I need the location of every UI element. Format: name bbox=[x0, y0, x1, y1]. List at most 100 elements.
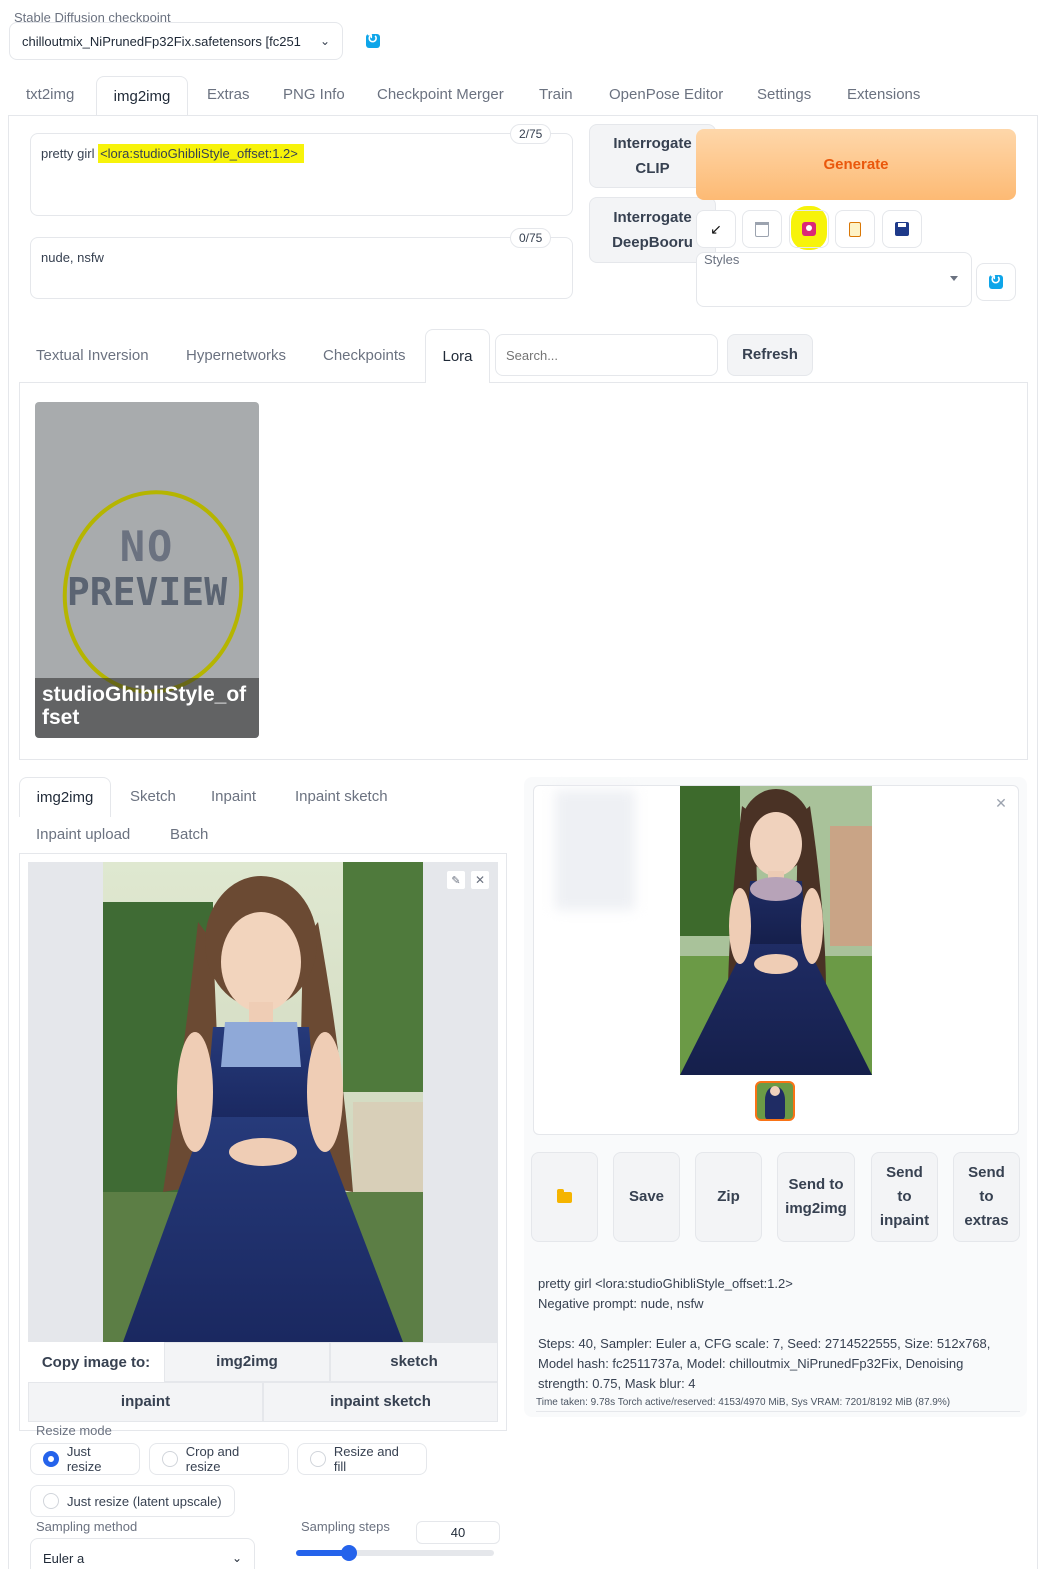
tab-inpaint-upload[interactable]: Inpaint upload bbox=[36, 826, 130, 843]
clear-prompt-button[interactable] bbox=[742, 210, 782, 248]
send-to-img2img-label-line2: img2img bbox=[785, 1200, 847, 1217]
send-to-img2img-button[interactable]: Send to img2img bbox=[777, 1152, 855, 1242]
prompt-lora-text: <lora:studioGhibliStyle_offset:1.2> bbox=[98, 144, 304, 163]
refresh-icon bbox=[989, 272, 1003, 289]
resize-just-resize-option[interactable]: Just resize bbox=[30, 1443, 140, 1475]
generate-button[interactable]: Generate bbox=[696, 129, 1016, 200]
styles-dropdown[interactable] bbox=[700, 268, 968, 302]
tab-settings[interactable]: Settings bbox=[757, 86, 811, 103]
copy-to-inpaint-button[interactable]: inpaint bbox=[28, 1382, 263, 1422]
tab-textual-inversion[interactable]: Textual Inversion bbox=[36, 347, 149, 364]
generation-info-negative: Negative prompt: nude, nsfw bbox=[538, 1296, 704, 1311]
chevron-down-icon: ⌄ bbox=[231, 1551, 242, 1565]
interrogate-clip-label: Interrogate CLIP bbox=[613, 134, 692, 178]
send-to-extras-label-line3: extras bbox=[964, 1212, 1009, 1229]
lora-card-name-line1: studioGhibliStyle_of bbox=[42, 683, 247, 706]
network-refresh-label: Refresh bbox=[742, 346, 798, 364]
resize-option-label: Just resize bbox=[66, 1444, 102, 1474]
send-to-extras-button[interactable]: Send to extras bbox=[953, 1152, 1020, 1242]
styles-label: Styles bbox=[704, 252, 740, 267]
tab-input-img2img[interactable]: img2img bbox=[19, 777, 111, 817]
sampling-steps-input[interactable]: 40 bbox=[416, 1521, 500, 1544]
send-to-inpaint-button[interactable]: Send to inpaint bbox=[871, 1152, 938, 1242]
apply-style-button[interactable] bbox=[835, 210, 875, 248]
folder-icon bbox=[557, 1188, 572, 1203]
tab-inpaint-sketch[interactable]: Inpaint sketch bbox=[295, 788, 388, 805]
input-image bbox=[103, 862, 423, 1342]
output-image[interactable] bbox=[680, 786, 872, 1075]
tab-checkpoint-merger[interactable]: Checkpoint Merger bbox=[377, 86, 504, 103]
trash-icon bbox=[755, 221, 769, 237]
tab-txt2img[interactable]: txt2img bbox=[26, 86, 74, 103]
save-label: Save bbox=[628, 1188, 665, 1205]
generation-info-params: Steps: 40, Sampler: Euler a, CFG scale: … bbox=[538, 1336, 991, 1391]
save-style-button[interactable] bbox=[882, 210, 922, 248]
checkpoint-dropdown[interactable]: chilloutmix_NiPrunedFp32Fix.safetensors … bbox=[9, 22, 343, 60]
arrow-diagonal-icon: ↙ bbox=[710, 220, 722, 237]
styles-dropdown-arrow-icon bbox=[950, 276, 958, 281]
sampling-method-label: Sampling method bbox=[36, 1519, 138, 1534]
tab-checkpoints[interactable]: Checkpoints bbox=[323, 347, 406, 364]
resize-resize-and-fill-option[interactable]: Resize and fill bbox=[297, 1443, 427, 1475]
radio-unchecked-icon bbox=[162, 1451, 178, 1467]
tab-train[interactable]: Train bbox=[539, 86, 573, 103]
sampling-method-dropdown[interactable]: Euler a ⌄ bbox=[30, 1538, 255, 1569]
network-refresh-button[interactable]: Refresh bbox=[727, 334, 813, 376]
generation-timing: Time taken: 9.78s Torch active/reserved:… bbox=[536, 1397, 1020, 1412]
tab-inpaint[interactable]: Inpaint bbox=[211, 788, 256, 805]
prompt-text: pretty girl bbox=[41, 146, 99, 161]
copy-image-label: Copy image to: bbox=[28, 1342, 164, 1382]
save-style-icon bbox=[895, 222, 909, 236]
extra-networks-button[interactable] bbox=[789, 210, 829, 248]
sampling-steps-label: Sampling steps bbox=[301, 1519, 390, 1534]
resize-crop-and-resize-option[interactable]: Crop and resize bbox=[149, 1443, 289, 1475]
tab-extensions[interactable]: Extensions bbox=[847, 86, 920, 103]
tab-sketch[interactable]: Sketch bbox=[130, 788, 176, 805]
open-folder-button[interactable] bbox=[531, 1152, 598, 1242]
radio-unchecked-icon bbox=[43, 1493, 59, 1509]
copy-to-inpaint-sketch-button[interactable]: inpaint sketch bbox=[263, 1382, 498, 1422]
blurred-preview bbox=[555, 790, 635, 910]
generation-info: pretty girl <lora:studioGhibliStyle_offs… bbox=[538, 1274, 1016, 1394]
output-thumbnail[interactable] bbox=[755, 1081, 795, 1121]
resize-latent-upscale-option[interactable]: Just resize (latent upscale) bbox=[30, 1485, 235, 1517]
edit-icon[interactable]: ✎ bbox=[446, 870, 466, 890]
refresh-icon bbox=[366, 31, 380, 48]
generate-label: Generate bbox=[823, 156, 889, 173]
prompt-textarea[interactable]: pretty girl <lora:studioGhibliStyle_offs… bbox=[30, 133, 573, 216]
tab-extras[interactable]: Extras bbox=[207, 86, 250, 103]
radio-unchecked-icon bbox=[310, 1451, 326, 1467]
network-search-input[interactable] bbox=[495, 334, 718, 376]
tab-openpose-editor[interactable]: OpenPose Editor bbox=[609, 86, 723, 103]
lora-card[interactable]: NO PREVIEW studioGhibliStyle_of fset bbox=[35, 402, 259, 738]
sampling-method-value: Euler a bbox=[43, 1550, 85, 1566]
close-icon[interactable]: ✕ bbox=[992, 794, 1010, 812]
copy-to-img2img-button[interactable]: img2img bbox=[164, 1342, 330, 1382]
tab-batch[interactable]: Batch bbox=[170, 826, 208, 843]
send-to-extras-label-line2: to bbox=[979, 1188, 994, 1205]
resize-option-label: Crop and resize bbox=[185, 1444, 240, 1474]
negative-prompt-textarea[interactable]: nude, nsfw bbox=[30, 237, 573, 299]
tab-hypernetworks[interactable]: Hypernetworks bbox=[186, 347, 286, 364]
interrogate-deepbooru-label: Interrogate DeepBooru bbox=[612, 208, 693, 252]
resize-option-label: Resize and fill bbox=[333, 1444, 399, 1474]
close-icon[interactable]: ✕ bbox=[470, 870, 490, 890]
zip-button[interactable]: Zip bbox=[695, 1152, 762, 1242]
resize-option-label: Just resize (latent upscale) bbox=[67, 1493, 222, 1509]
refresh-styles-button[interactable] bbox=[976, 263, 1016, 301]
send-to-inpaint-label-line2: to bbox=[897, 1188, 912, 1205]
lora-card-name-bar: studioGhibliStyle_of fset bbox=[35, 678, 259, 738]
tab-img2img[interactable]: img2img bbox=[96, 76, 188, 116]
radio-checked-icon bbox=[43, 1451, 59, 1467]
generation-info-prompt: pretty girl <lora:studioGhibliStyle_offs… bbox=[538, 1276, 793, 1291]
clipboard-icon bbox=[849, 221, 861, 237]
chevron-down-icon: ⌄ bbox=[319, 34, 330, 48]
read-params-button[interactable]: ↙ bbox=[696, 210, 736, 248]
tab-lora[interactable]: Lora bbox=[425, 329, 490, 383]
resize-mode-label: Resize mode bbox=[36, 1423, 112, 1438]
extra-networks-icon bbox=[802, 222, 816, 236]
save-button[interactable]: Save bbox=[613, 1152, 680, 1242]
tab-png-info[interactable]: PNG Info bbox=[283, 86, 345, 103]
copy-to-sketch-button[interactable]: sketch bbox=[330, 1342, 498, 1382]
refresh-checkpoint-button[interactable] bbox=[353, 22, 393, 60]
